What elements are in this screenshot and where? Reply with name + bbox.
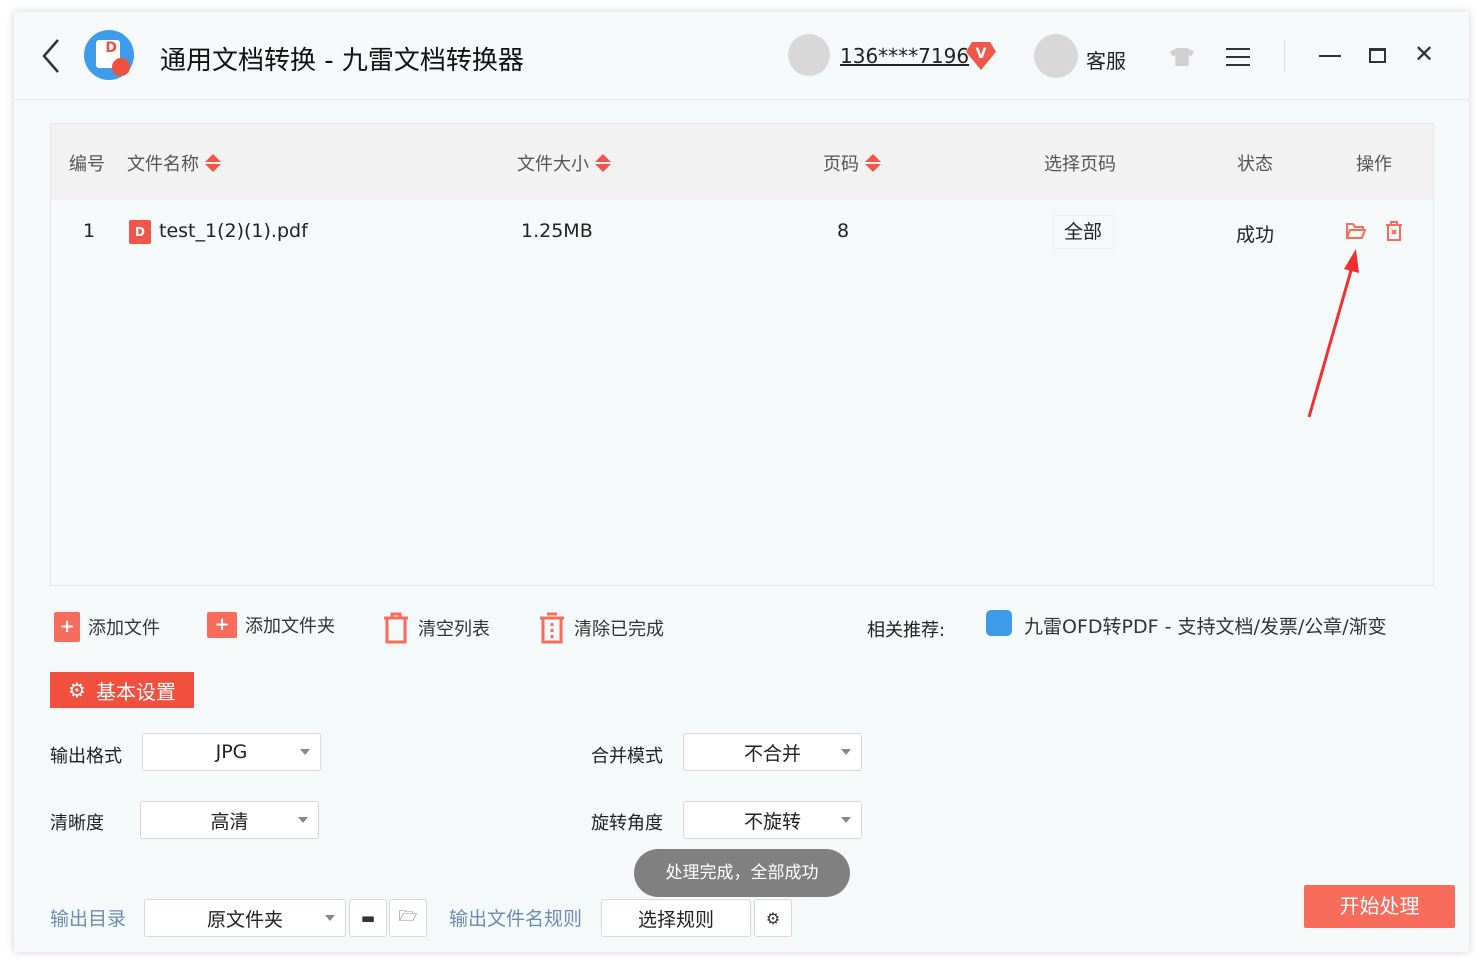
recommend-link[interactable]: 九雷OFD转PDF - 支持文档/发票/公章/渐变 xyxy=(1024,612,1387,639)
open-folder-icon[interactable] xyxy=(1345,221,1367,241)
vip-badge[interactable]: V xyxy=(966,42,996,70)
merge-mode-select[interactable]: 不合并 xyxy=(683,733,862,771)
rotate-select[interactable]: 不旋转 xyxy=(683,801,862,839)
rotate-label: 旋转角度 xyxy=(591,813,663,834)
title-bar: D 通用文档转换 - 九雷文档转换器 136****7196 V 客服 ✕ xyxy=(14,12,1469,100)
output-dir-value: 原文件夹 xyxy=(206,908,283,931)
app-window: D 通用文档转换 - 九雷文档转换器 136****7196 V 客服 ✕ 编号… xyxy=(14,12,1469,952)
close-icon[interactable]: ✕ xyxy=(1414,40,1434,68)
clear-list-label: 清空列表 xyxy=(418,619,490,640)
sort-icon[interactable] xyxy=(205,154,221,172)
col-index: 编号 xyxy=(69,154,105,175)
output-format-label: 输出格式 xyxy=(50,746,122,767)
clear-list-button[interactable]: 清空列表 xyxy=(382,612,490,644)
folder-icon[interactable]: ▬ xyxy=(349,899,387,937)
col-select-pages: 选择页码 xyxy=(1044,154,1116,175)
toast-message: 处理完成，全部成功 xyxy=(634,849,850,897)
row-index: 1 xyxy=(83,220,96,242)
clarity-select[interactable]: 高清 xyxy=(140,801,319,839)
skin-icon[interactable] xyxy=(1170,48,1194,66)
clear-done-button[interactable]: 清除已完成 xyxy=(538,612,664,644)
customer-service[interactable]: 客服 xyxy=(1086,45,1126,74)
clarity-label: 清晰度 xyxy=(50,813,104,834)
output-dir-label: 输出目录 xyxy=(50,908,127,930)
trash-done-icon xyxy=(540,612,564,644)
menu-icon[interactable] xyxy=(1226,48,1250,66)
divider xyxy=(1284,40,1285,72)
select-pages-button[interactable]: 全部 xyxy=(1052,215,1114,249)
ofd-app-icon xyxy=(986,610,1012,636)
gear-icon: ⚙ xyxy=(68,678,86,702)
add-folder-icon: + xyxy=(207,612,237,638)
add-file-label: 添加文件 xyxy=(88,618,160,639)
delete-icon[interactable] xyxy=(1385,220,1403,242)
clear-done-label: 清除已完成 xyxy=(574,619,664,640)
avatar[interactable] xyxy=(788,34,830,76)
sort-icon[interactable] xyxy=(865,154,881,172)
user-account[interactable]: 136****7196 xyxy=(840,44,969,68)
add-file-button[interactable]: + 添加文件 xyxy=(54,612,160,642)
table-header: 编号 文件名称 文件大小 页码 选择页码 状态 操作 xyxy=(51,124,1433,200)
clarity-value: 高清 xyxy=(210,810,249,833)
rule-settings-icon[interactable]: ⚙ xyxy=(754,899,792,937)
add-folder-label: 添加文件夹 xyxy=(245,616,335,637)
pdf-file-icon: D xyxy=(129,220,151,244)
output-format-select[interactable]: JPG xyxy=(142,733,321,771)
app-logo: D xyxy=(84,30,134,80)
add-file-icon: + xyxy=(54,612,80,642)
basic-settings-tab[interactable]: ⚙ 基本设置 xyxy=(50,672,194,708)
col-action: 操作 xyxy=(1356,154,1392,175)
col-name-label: 文件名称 xyxy=(127,154,199,175)
col-size-label: 文件大小 xyxy=(517,154,589,175)
merge-mode-value: 不合并 xyxy=(743,742,801,765)
trash-icon xyxy=(384,612,408,644)
add-folder-button[interactable]: + 添加文件夹 xyxy=(207,612,335,638)
maximize-icon[interactable] xyxy=(1369,48,1386,63)
col-pages-label: 页码 xyxy=(823,154,859,175)
output-format-value: JPG xyxy=(215,741,248,763)
start-button[interactable]: 开始处理 xyxy=(1304,885,1455,928)
col-status: 状态 xyxy=(1237,154,1273,175)
file-name: test_1(2)(1).pdf xyxy=(159,220,308,242)
file-table: 编号 文件名称 文件大小 页码 选择页码 状态 操作 1 D test_1(2)… xyxy=(50,123,1434,586)
window-title: 通用文档转换 - 九雷文档转换器 xyxy=(160,46,524,76)
col-pages[interactable]: 页码 xyxy=(823,150,881,176)
recommend-label: 相关推荐: xyxy=(867,620,946,641)
rotate-value: 不旋转 xyxy=(743,810,801,833)
basic-settings-label: 基本设置 xyxy=(95,679,176,704)
filename-rule-value: 选择规则 xyxy=(637,908,714,931)
filename-rule-label: 输出文件名规则 xyxy=(449,908,583,930)
status-text: 成功 xyxy=(1236,224,1275,246)
col-name[interactable]: 文件名称 xyxy=(127,150,221,176)
col-size[interactable]: 文件大小 xyxy=(517,150,611,176)
output-dir-select[interactable]: 原文件夹 xyxy=(144,899,346,937)
annotation-arrow xyxy=(1307,249,1359,418)
filename-rule-button[interactable]: 选择规则 xyxy=(601,899,751,937)
page-count: 8 xyxy=(837,220,850,242)
merge-mode-label: 合并模式 xyxy=(591,746,663,767)
file-size: 1.25MB xyxy=(521,220,593,242)
back-icon[interactable] xyxy=(40,38,62,74)
open-folder-icon[interactable]: 🗁 xyxy=(389,899,427,937)
minimize-icon[interactable] xyxy=(1319,55,1341,57)
sort-icon[interactable] xyxy=(595,154,611,172)
headset-icon[interactable] xyxy=(1034,34,1078,78)
